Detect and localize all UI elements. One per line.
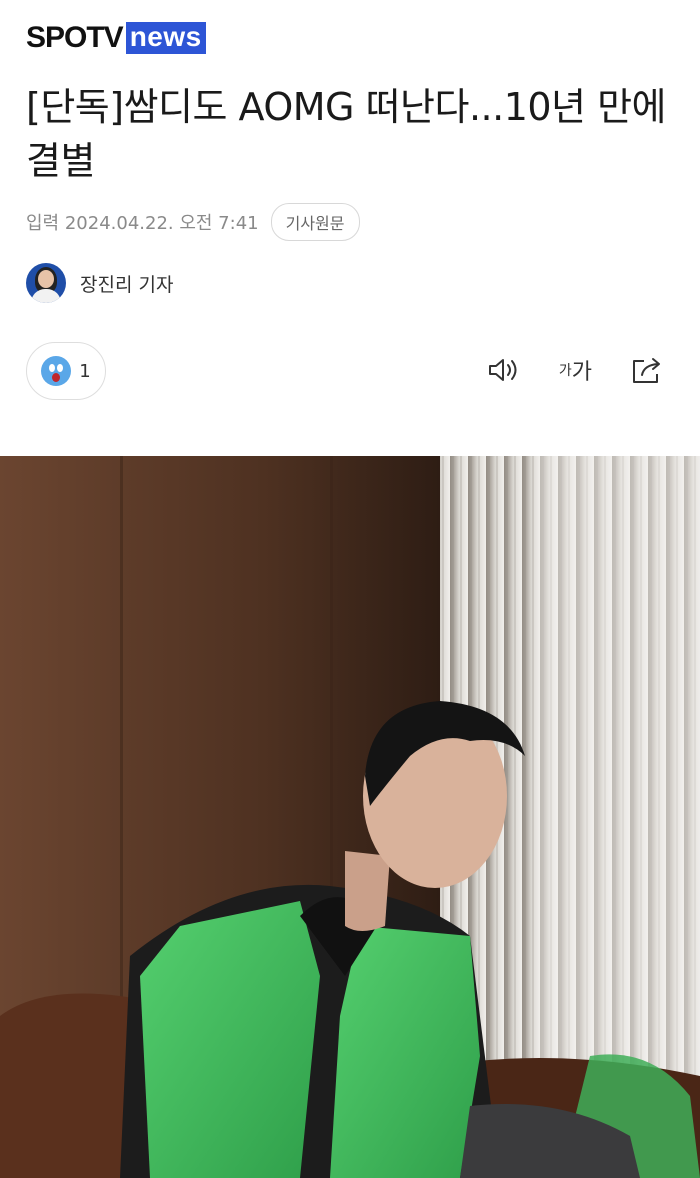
article-meta: 입력 2024.04.22. 오전 7:41 기사원문: [26, 203, 360, 241]
speaker-icon[interactable]: [487, 352, 521, 388]
site-logo[interactable]: SPOTV news: [26, 20, 206, 56]
original-article-button[interactable]: 기사원문: [270, 203, 360, 241]
publish-date: 입력 2024.04.22. 오전 7:41: [26, 213, 259, 234]
font-size-icon[interactable]: 가가: [559, 352, 592, 388]
logo-spotv: SPOTV: [26, 21, 124, 54]
reaction-count: 1: [79, 360, 91, 382]
font-large-label: 가: [571, 360, 592, 385]
font-small-label: 가: [558, 363, 572, 379]
share-icon[interactable]: [630, 352, 664, 388]
article-photo: [0, 456, 700, 1178]
surprised-face-icon: [41, 356, 72, 386]
article-tools: 가가: [487, 352, 664, 388]
reporter-avatar: [26, 263, 66, 303]
reporter-info[interactable]: 장진리 기자: [26, 263, 173, 303]
reporter-name: 장진리 기자: [80, 273, 174, 296]
reaction-button[interactable]: 1: [26, 342, 106, 400]
logo-news: news: [125, 22, 206, 54]
article-headline: [단독]쌈디도 AOMG 떠난다...10년 만에 결별: [26, 85, 667, 183]
